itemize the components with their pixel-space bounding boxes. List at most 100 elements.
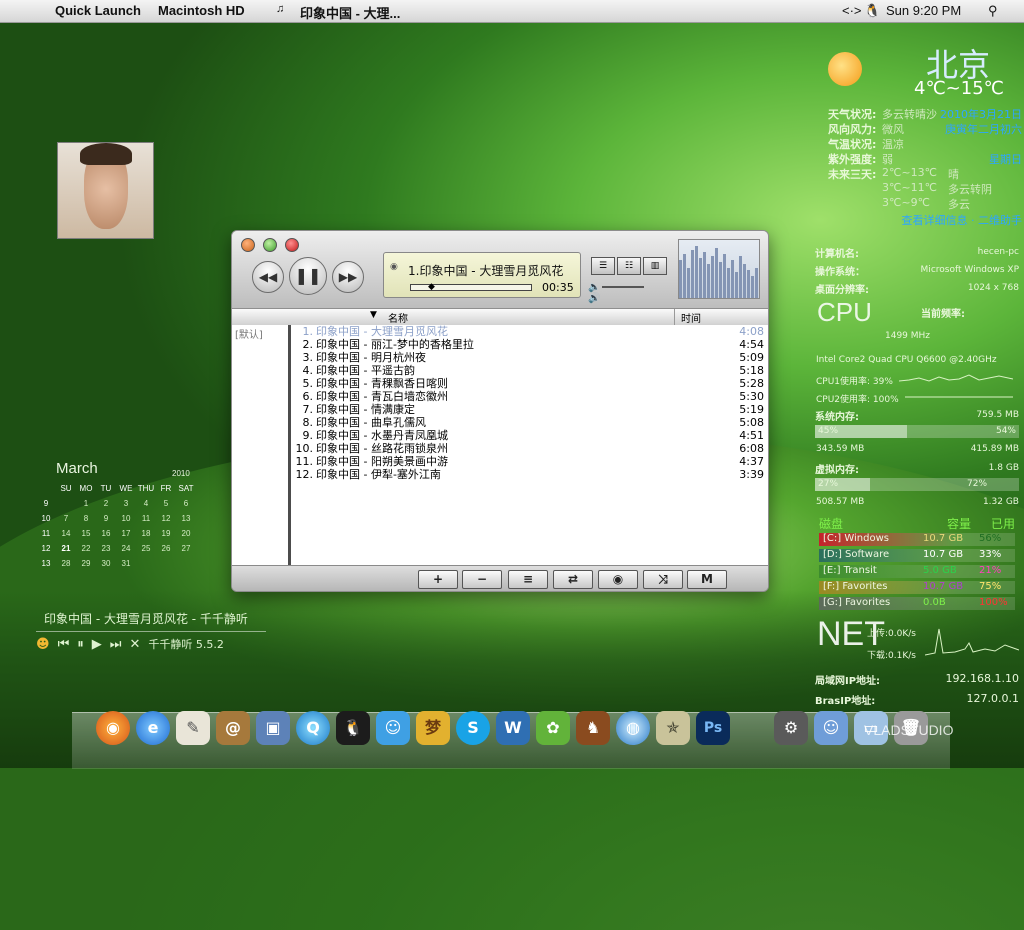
photo-icon[interactable]: ▣ [256,711,290,745]
calendar-day[interactable]: 20 [176,529,196,544]
player-menu-icon[interactable]: ♫ [276,3,284,15]
calendar-day[interactable]: 12 [156,514,176,529]
calendar-day[interactable]: 2 [96,499,116,514]
calendar-day[interactable]: 29 [76,559,96,574]
calendar-day[interactable]: 28 [56,559,76,574]
ie-icon[interactable]: e [136,711,170,745]
skin-icon[interactable]: ☻ [36,637,50,652]
calendar-day[interactable]: 13 [176,514,196,529]
calendar-day[interactable]: 17 [116,529,136,544]
calendar-day[interactable]: 15 [76,529,96,544]
calendar-day[interactable] [156,559,176,574]
quicktime-icon[interactable]: Q [296,711,330,745]
dream-icon[interactable]: 梦 [416,711,450,745]
close-button[interactable] [241,238,255,252]
track-row[interactable]: 9. 印象中国 - 水墨丹青凤凰城 4:51 [291,429,768,442]
view-button[interactable]: ◉ [598,570,638,589]
arrows-icon[interactable]: <·> [842,3,862,18]
calendar-day[interactable]: 16 [96,529,116,544]
track-row[interactable]: 5. 印象中国 - 青稞飘香日喀则 5:28 [291,377,768,390]
list-button[interactable]: ≡ [508,570,548,589]
app-icon[interactable]: ✿ [536,711,570,745]
earth-icon[interactable]: ◍ [616,711,650,745]
calendar-day[interactable]: 9 [96,514,116,529]
calendar-day[interactable]: 31 [116,559,136,574]
remove-button[interactable]: − [462,570,502,589]
zoom-button[interactable] [263,238,277,252]
close-icon[interactable]: ✕ [129,637,140,652]
clock[interactable]: Sun 9:20 PM [886,3,961,18]
msn-icon[interactable]: ☺ [376,711,410,745]
sort-arrow-icon[interactable]: ▼ [370,310,377,320]
penguin-icon[interactable]: 🐧 [864,3,880,19]
calendar-day[interactable]: 3 [116,499,136,514]
calendar-day[interactable]: 25 [136,544,156,559]
calendar-day[interactable]: 14 [56,529,76,544]
forward-button[interactable]: ▶▶ [332,261,364,293]
calendar-day[interactable] [56,499,76,514]
track-row[interactable]: 7. 印象中国 - 情满康定 5:19 [291,403,768,416]
menu-now-playing[interactable]: 印象中国 - 大理... [300,3,400,22]
rewind-button[interactable]: ◀◀ [252,261,284,293]
next-icon[interactable]: ⏭ [110,637,122,652]
photo-widget[interactable] [57,142,154,239]
repeat-button[interactable]: ⇄ [553,570,593,589]
calendar-day[interactable]: 21 [56,544,76,559]
calendar-day[interactable]: 7 [56,514,76,529]
calendar-day[interactable]: 6 [176,499,196,514]
qq-icon[interactable]: 🐧 [336,711,370,745]
calendar-day[interactable] [136,559,156,574]
minimize-button[interactable] [285,238,299,252]
calendar-day[interactable]: 1 [76,499,96,514]
menu-macintosh-hd[interactable]: Macintosh HD [158,3,245,18]
shuffle-button[interactable]: ⤨ [643,570,683,589]
photoshop-icon[interactable]: Ps [696,711,730,745]
calendar-day[interactable]: 27 [176,544,196,559]
finder-icon[interactable]: ☺ [814,711,848,745]
track-row[interactable]: 3. 印象中国 - 明月杭州夜 5:09 [291,351,768,364]
view-list-button[interactable]: ☰ [591,257,615,275]
track-row[interactable]: 10. 印象中国 - 丝路花雨锁泉州 6:08 [291,442,768,455]
volume-control[interactable]: 🔈🔊 [588,282,658,304]
skype-icon[interactable]: S [456,711,490,745]
track-row[interactable]: 12. 印象中国 - 伊犁-塞外江南 3:39 [291,468,768,481]
play-icon[interactable]: ▶ [92,637,102,652]
mode-button[interactable]: M [687,570,727,589]
calendar-day[interactable]: 22 [76,544,96,559]
calendar-day[interactable] [176,559,196,574]
notes-icon[interactable]: ✎ [176,711,210,745]
calendar-day[interactable]: 30 [96,559,116,574]
pause-button[interactable]: ❚❚ [289,257,327,295]
word-icon[interactable]: W [496,711,530,745]
calendar-day[interactable]: 5 [156,499,176,514]
calendar-day[interactable]: 11 [136,514,156,529]
view-detail-button[interactable]: ☷ [617,257,641,275]
track-row[interactable]: 11. 印象中国 - 阳朔美景画中游 4:37 [291,455,768,468]
seek-knob[interactable]: ◆ [428,282,435,292]
calendar-day[interactable]: 24 [116,544,136,559]
track-row[interactable]: 8. 印象中国 - 曲阜孔儒风 5:08 [291,416,768,429]
view-eq-button[interactable]: ▥ [643,257,667,275]
calendar-day[interactable]: 18 [136,529,156,544]
weather-link[interactable]: 查看详细信息 · 二维助手 [902,212,1023,228]
track-row[interactable]: 4. 印象中国 - 平遥古韵 5:18 [291,364,768,377]
calendar-day[interactable]: 10 [116,514,136,529]
address-book-icon[interactable]: @ [216,711,250,745]
default-list-label[interactable]: [默认] [232,325,288,342]
search-icon[interactable]: ⚲ [988,3,998,19]
calendar-day[interactable]: 4 [136,499,156,514]
calendar-day[interactable]: 23 [96,544,116,559]
column-name[interactable]: 名称 [388,310,408,325]
column-time[interactable]: 时间 [681,310,701,325]
calendar-day[interactable]: 8 [76,514,96,529]
volume-slider[interactable] [602,286,645,288]
menu-quick-launch[interactable]: Quick Launch [55,3,141,18]
calendar-day[interactable]: 26 [156,544,176,559]
pause-icon[interactable]: ⏸ [77,637,84,652]
star-icon[interactable]: ✯ [656,711,690,745]
track-row[interactable]: 1. 印象中国 - 大理雪月觅风花 4:08 [291,325,768,338]
emule-icon[interactable]: ♞ [576,711,610,745]
track-row[interactable]: 6. 印象中国 - 青瓦白墙恋徽州 5:30 [291,390,768,403]
add-button[interactable]: + [418,570,458,589]
previous-icon[interactable]: ⏮ [58,637,70,652]
